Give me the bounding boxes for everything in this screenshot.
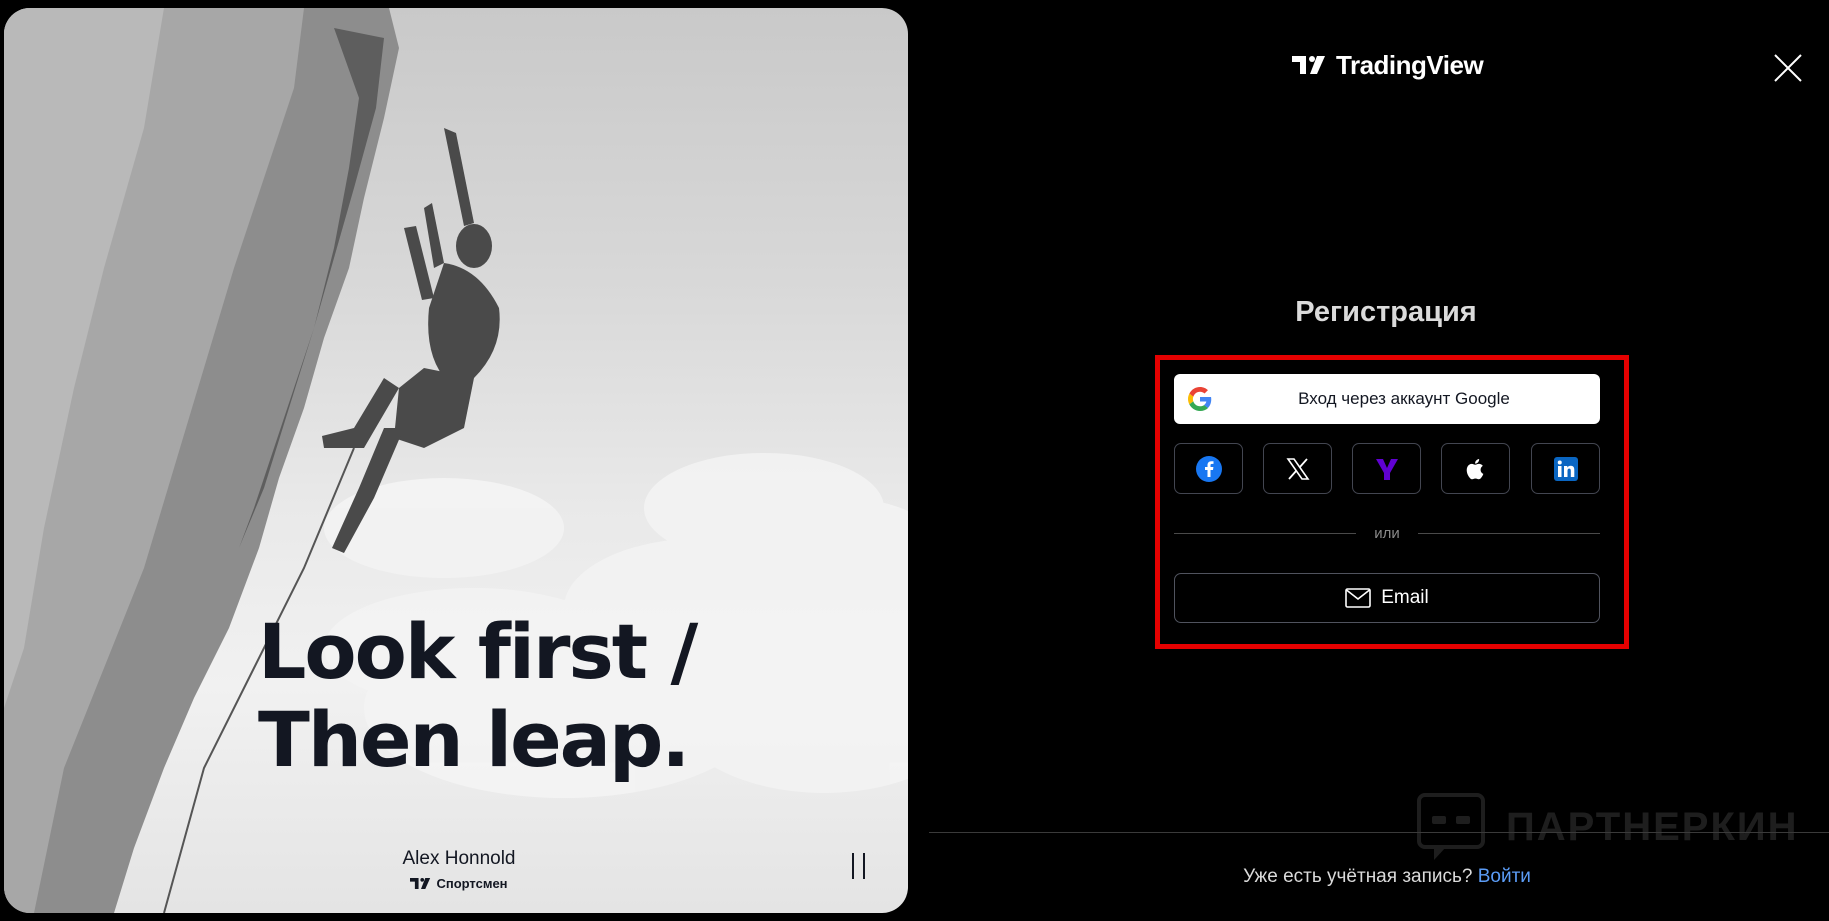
hero-author-name: Alex Honnold	[402, 848, 516, 869]
bottom-divider	[929, 832, 1829, 833]
signin-link[interactable]: Войти	[1478, 866, 1531, 887]
signin-question: Уже есть учётная запись?	[1243, 866, 1473, 887]
linkedin-icon	[1553, 456, 1578, 481]
email-label: Email	[1381, 587, 1429, 608]
close-icon	[1774, 54, 1802, 82]
hero-panel: Look first / Then leap. Alex Honnold Спо…	[4, 8, 908, 913]
tradingview-small-logo-icon	[410, 878, 431, 889]
pause-bar	[851, 853, 854, 879]
google-icon	[1188, 387, 1212, 411]
hero-author-role: Спортсмен	[334, 876, 584, 891]
facebook-icon	[1195, 455, 1222, 482]
facebook-button[interactable]	[1174, 443, 1243, 494]
or-label: или	[1374, 524, 1400, 542]
watermark-logo-icon	[1417, 793, 1485, 860]
google-signin-button[interactable]: Вход через аккаунт Google	[1174, 374, 1600, 424]
social-buttons-row	[1174, 443, 1600, 494]
page-title: Регистрация	[1295, 296, 1477, 328]
tradingview-logo-icon	[1292, 56, 1325, 74]
divider-line	[1417, 532, 1601, 534]
x-button[interactable]	[1263, 443, 1332, 494]
hero-headline: Look first / Then leap.	[258, 608, 818, 784]
email-signup-button[interactable]: Email	[1174, 573, 1600, 623]
hero-role-label: Спортсмен	[436, 876, 508, 891]
hero-headline-line1: Look first /	[258, 607, 698, 696]
apple-icon	[1466, 458, 1483, 479]
mail-icon	[1345, 588, 1372, 608]
signin-prompt: Уже есть учётная запись? Войти	[1100, 866, 1674, 888]
divider-line	[1174, 532, 1357, 534]
yahoo-icon	[1375, 458, 1398, 480]
tradingview-logo[interactable]: TradingView	[1292, 48, 1484, 82]
close-button[interactable]	[1772, 52, 1804, 84]
x-icon	[1285, 457, 1310, 480]
or-divider: или	[1174, 523, 1601, 543]
linkedin-button[interactable]	[1531, 443, 1600, 494]
hero-headline-line2: Then leap.	[258, 695, 690, 784]
yahoo-button[interactable]	[1352, 443, 1421, 494]
apple-button[interactable]	[1441, 443, 1510, 494]
google-signin-label: Вход через аккаунт Google	[1298, 389, 1510, 408]
brand-name: TradingView	[1336, 49, 1484, 80]
pause-icon[interactable]	[846, 853, 870, 881]
watermark-text: ПАРТНЕРКИН	[1506, 804, 1799, 849]
watermark: ПАРТНЕРКИН	[1416, 792, 1799, 862]
pause-bar	[862, 853, 865, 879]
